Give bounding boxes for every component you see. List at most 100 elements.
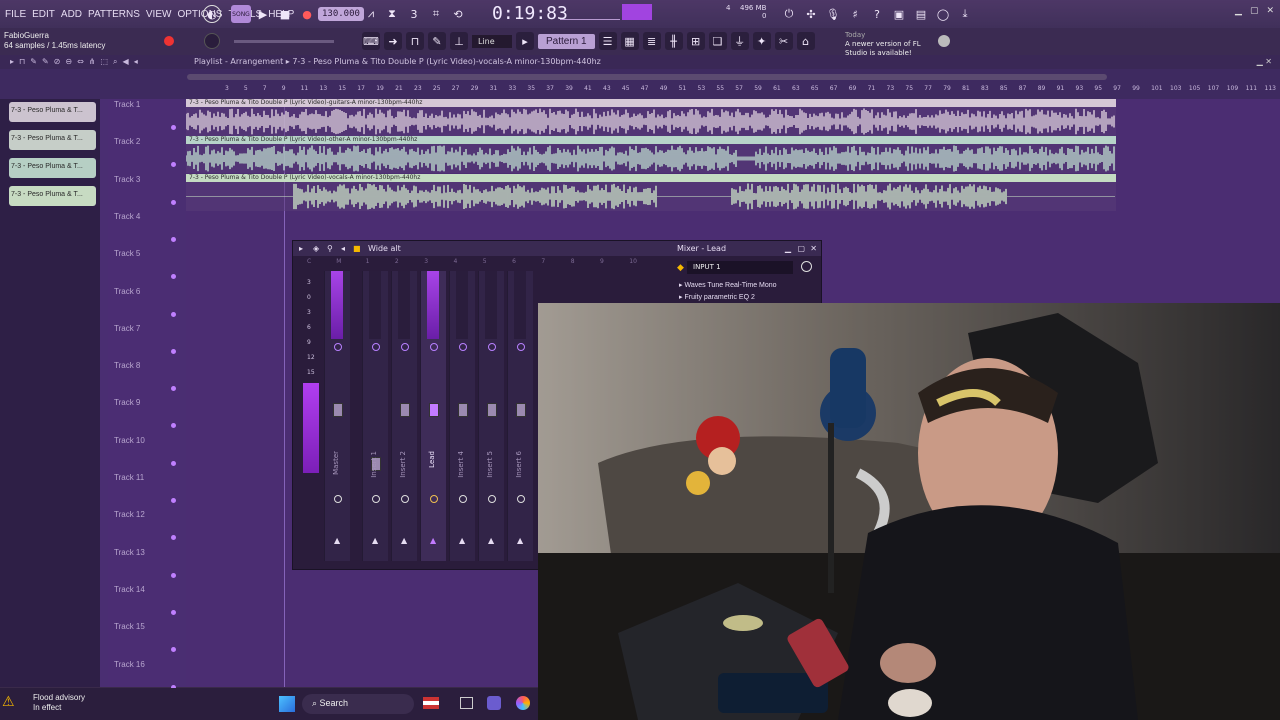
track-name[interactable]: Track 15 [114,622,145,631]
track-name[interactable]: Track 16 [114,660,145,669]
strip-stereo-knob[interactable] [372,495,380,503]
cut-icon[interactable]: ✂ [774,32,793,50]
audio-clip[interactable]: 7-3 - Peso Pluma & Tito Double P (Lyric … [186,136,1116,174]
select-icon[interactable]: ⬚ [100,57,108,67]
pencil-icon[interactable]: ✎ [30,57,37,67]
delete-icon[interactable]: ⊘ [54,57,61,67]
close-icon[interactable]: ✕ [1266,6,1274,16]
teams-icon[interactable] [487,696,501,710]
strip-pan-knob[interactable] [430,343,438,351]
record-button[interactable]: ● [298,5,316,23]
track-mute-led[interactable] [171,647,176,653]
track-mute-led[interactable] [171,274,176,280]
wait-icon[interactable]: ⧗ [383,5,401,23]
mixer-strip[interactable]: Insert 2 ▲ [391,271,417,561]
track-name[interactable]: Track 2 [114,137,140,146]
strip-pan-knob[interactable] [372,343,380,351]
strip-stereo-knob[interactable] [488,495,496,503]
mixer-strip[interactable]: Insert 6 ▲ [507,271,533,561]
track-name[interactable]: Track 4 [114,212,140,221]
snap-selector[interactable]: Line [472,34,512,48]
browser-icon[interactable]: ⊞ [686,32,705,50]
save-icon[interactable]: ▣ [890,5,908,23]
audio-clip[interactable]: 7-3 - Peso Pluma & Tito Double P (Lyric … [186,173,1116,211]
time-display[interactable]: 0:19:83 [492,3,568,24]
mixer-strip[interactable]: Master ▲ [324,271,350,561]
store-icon[interactable]: ⌂ [796,32,815,50]
picker-clip[interactable]: 7-3 - Peso Pluma & T... [9,102,96,122]
pattern-selector[interactable]: Pattern 1 [538,33,595,49]
track-mute-led[interactable] [171,236,176,242]
track-name[interactable]: Track 5 [114,249,140,258]
track-mute-led[interactable] [171,460,176,466]
strip-stereo-knob[interactable] [334,495,342,503]
help-icon[interactable]: ? [868,5,886,23]
track-mute-led[interactable] [171,609,176,615]
main-volume-knob[interactable] [204,33,220,49]
piano-roll-icon[interactable]: ▦ [620,32,639,50]
mixer-close-icon[interactable]: ✕ [810,244,817,253]
language-flag-icon[interactable] [423,697,439,709]
mixer-route-icon[interactable]: ◂ [341,244,345,253]
track-name[interactable]: Track 14 [114,585,145,594]
track-mute-led[interactable] [171,199,176,205]
blend-icon[interactable]: ⌗ [427,5,445,23]
track-mute-led[interactable] [171,125,176,130]
mixer-link-icon[interactable]: ⚲ [327,244,333,253]
fx-slot-2[interactable]: ▸ Fruity parametric EQ 2 [679,293,755,301]
tempo-display[interactable]: 130.000 [318,7,364,21]
playlist-minimize-icon[interactable]: ▁ [1257,57,1263,66]
file-icon[interactable]: ❑ [708,32,727,50]
stop-button[interactable]: ■ [276,5,294,23]
track-mute-led[interactable] [171,386,176,392]
route-arrow-icon[interactable]: ▲ [459,536,465,545]
track-mute-led[interactable] [171,348,176,354]
track-name[interactable]: Track 3 [114,175,140,184]
mixer-strip[interactable]: Insert 5 ▲ [478,271,504,561]
mixer-view-icon[interactable]: ◈ [313,244,319,253]
strip-volume-fader[interactable] [333,403,343,417]
mixer-minimize-icon[interactable]: ▁ [785,244,791,253]
track-mute-led[interactable] [171,423,176,429]
track-name[interactable]: Track 6 [114,287,140,296]
slip-icon[interactable]: ⇔ [77,57,84,67]
task-view-icon[interactable] [460,697,473,709]
stamp-icon[interactable]: ⊥ [450,32,468,50]
slice-icon[interactable]: ⋔ [89,57,96,67]
picker-clip[interactable]: 7-3 - Peso Pluma & T... [9,130,96,150]
pencil-icon[interactable]: ✎ [428,32,446,50]
audio-clip[interactable]: 7-3 - Peso Pluma & Tito Double P (Lyric … [186,99,1116,136]
track-name[interactable]: Track 1 [114,100,140,109]
mixer-preset[interactable]: Wide alt [368,244,401,253]
news-gear-icon[interactable] [938,35,950,47]
track-name[interactable]: Track 8 [114,361,140,370]
minimize-icon[interactable]: ▁ [1235,6,1242,16]
plug-icon[interactable]: ⏚ [730,32,749,50]
plugin-icon[interactable]: ▤ [912,5,930,23]
track-name[interactable]: Track 10 [114,436,145,445]
power-icon[interactable] [801,261,812,272]
input-selector[interactable]: INPUT 1 [687,261,793,274]
route-arrow-icon[interactable]: ▲ [401,536,407,545]
scroll-left-icon[interactable]: ◂ [134,57,138,67]
play-button[interactable]: ▶ [254,5,272,23]
time-ruler[interactable]: 3 5 7 9 11 13 15 17 19 21 23 25 27 29 31 33 35 37 39 41 43 45… [187,85,1280,97]
zoom-icon[interactable]: ⌕ [113,57,117,67]
mixer-color-icon[interactable]: ■ [353,244,361,253]
track-mute-led[interactable] [171,498,176,503]
reset-icon[interactable]: ⏻ [780,5,798,23]
track-name[interactable]: Track 13 [114,548,145,557]
playlist-close-icon[interactable]: ✕ [1265,57,1272,66]
route-arrow-icon[interactable]: ▲ [334,536,340,545]
weather-widget[interactable]: Flood advisory In effect [33,693,85,713]
strip-pan-knob[interactable] [517,343,525,351]
menu-file[interactable]: FILE [5,9,26,20]
magnet-icon[interactable]: ⊓ [19,57,25,67]
track-name[interactable]: Track 11 [114,473,144,482]
mixer-icon[interactable]: ╫ [664,32,683,50]
chat-icon[interactable]: ◯ [934,5,952,23]
track-mute-led[interactable] [171,162,176,168]
picker-clip[interactable]: 7-3 - Peso Pluma & T... [9,158,96,178]
strip-stereo-knob[interactable] [517,495,525,503]
speaker-icon[interactable]: ◀ [123,57,129,67]
